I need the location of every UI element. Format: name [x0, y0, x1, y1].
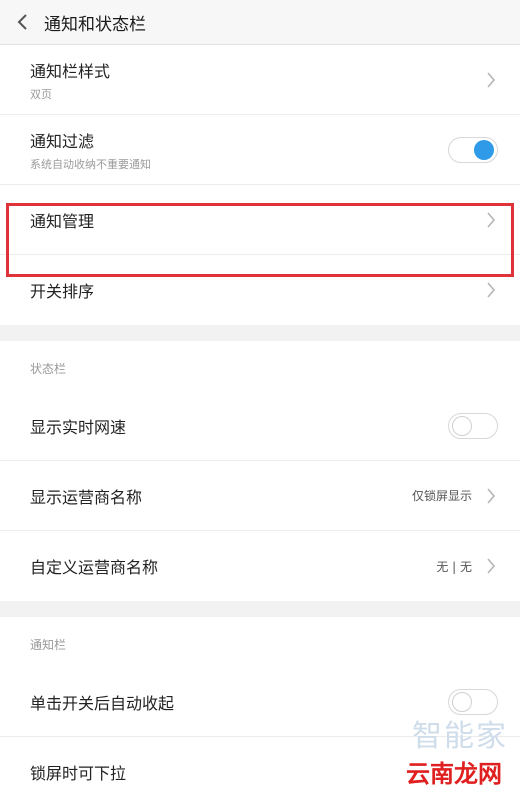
section-gap	[0, 325, 520, 341]
notification-style-value: 双页	[30, 87, 52, 101]
notification-management-row[interactable]: 通知管理	[0, 185, 520, 255]
show-network-speed-toggle[interactable]	[448, 412, 498, 439]
show-carrier-name-value: 仅锁屏显示	[411, 489, 472, 503]
top-bar: 通知和状态栏	[0, 0, 520, 45]
show-carrier-name-row[interactable]: 显示运营商名称 仅锁屏显示	[0, 461, 520, 531]
chevron-right-icon	[484, 71, 498, 89]
chevron-right-icon	[484, 211, 498, 229]
chevron-right-icon	[484, 557, 498, 575]
notification-settings-group: 通知栏样式 双页 通知过滤 系统自动收纳不重要通知 通知管理 开关排序	[0, 45, 520, 325]
notification-bar-group: 通知栏 单击开关后自动收起 锁屏时可下拉	[0, 617, 520, 807]
notification-filter-row: 通知过滤 系统自动收纳不重要通知	[0, 115, 520, 185]
auto-collapse-row: 单击开关后自动收起	[0, 667, 520, 737]
switch-order-row[interactable]: 开关排序	[0, 255, 520, 325]
back-button[interactable]	[0, 0, 44, 44]
switch-order-label: 开关排序	[30, 282, 95, 301]
notification-style-label: 通知栏样式	[30, 61, 111, 81]
show-network-speed-label: 显示实时网速	[30, 417, 127, 437]
chevron-right-icon	[484, 487, 498, 505]
show-network-speed-row: 显示实时网速	[0, 391, 520, 461]
chevron-right-icon	[484, 281, 498, 299]
notification-filter-label: 通知过滤	[30, 131, 95, 151]
custom-carrier-name-label: 自定义运营商名称	[30, 558, 159, 577]
notification-filter-toggle[interactable]	[448, 136, 498, 163]
custom-carrier-name-value: 无 | 无	[436, 559, 472, 574]
lockscreen-pulldown-label: 锁屏时可下拉	[30, 764, 127, 783]
auto-collapse-label: 单击开关后自动收起	[30, 693, 175, 713]
custom-carrier-name-row[interactable]: 自定义运营商名称 无 | 无	[0, 531, 520, 601]
notification-style-row[interactable]: 通知栏样式 双页	[0, 45, 520, 115]
notification-management-label: 通知管理	[30, 211, 95, 231]
notification-filter-description: 系统自动收纳不重要通知	[30, 157, 151, 171]
chevron-left-icon	[17, 14, 27, 30]
show-carrier-name-label: 显示运营商名称	[30, 487, 143, 507]
status-bar-section-header: 状态栏	[0, 341, 520, 391]
notification-bar-section-header: 通知栏	[0, 617, 520, 667]
page-title: 通知和状态栏	[44, 14, 146, 35]
auto-collapse-toggle[interactable]	[448, 688, 498, 715]
status-bar-group: 状态栏 显示实时网速 显示运营商名称 仅锁屏显示 自定义运营商名称 无 | 无	[0, 341, 520, 601]
section-gap	[0, 601, 520, 617]
